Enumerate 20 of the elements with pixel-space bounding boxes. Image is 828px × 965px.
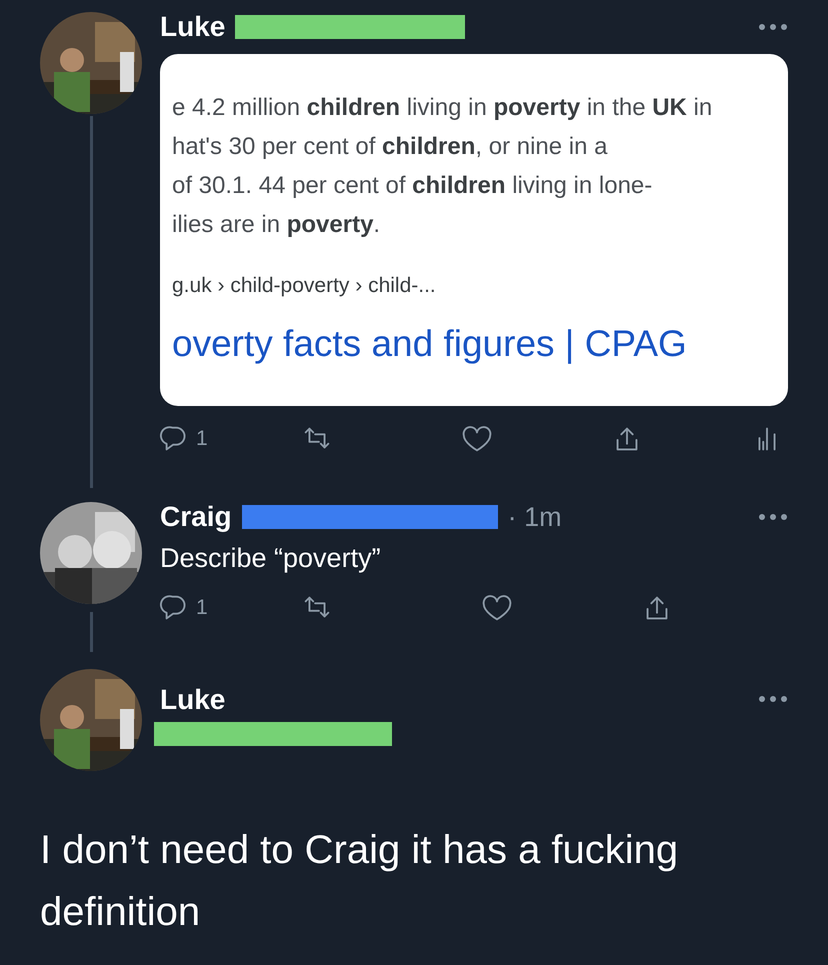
action-button[interactable] [460,424,494,454]
snippet-line: hat's 30 per cent of children, or nine in a [172,132,608,162]
snippet-line: of 30.1. 44 per cent of children living in lone- [172,171,654,201]
user-name: Luke [160,10,226,44]
action-button[interactable] [480,592,514,622]
result-link[interactable]: overty facts and figures | CPAG [172,316,788,371]
snippet-line: ilies are in poverty. [172,210,382,240]
tweet-text: Describe “poverty” [160,542,382,575]
reply-count: 1 [196,426,208,452]
tweet-text: I don’t need to Craig it has a fucking definition [39,826,680,936]
action-button[interactable]: 1 [160,592,208,624]
breadcrumb: g.uk › child-poverty › child-... [172,273,437,299]
heart-icon [460,424,494,454]
user-name: Craig [160,500,232,534]
heart-icon [480,592,514,622]
timestamp: · 1m [508,500,562,534]
reply-count: 1 [196,594,208,621]
user-name: Luke [160,682,226,716]
action-button[interactable]: 1 [160,423,208,455]
snippet-line: e 4.2 million children living in poverty in the UK in [172,93,714,123]
